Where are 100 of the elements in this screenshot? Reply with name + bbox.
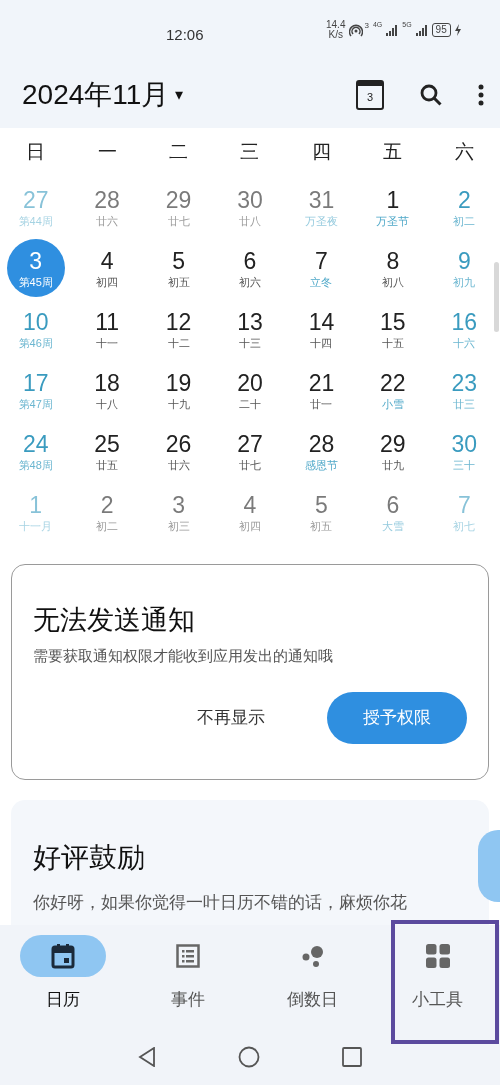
day-cell[interactable]: 21 廿一 [292, 360, 351, 419]
lunar-label: 初九 [453, 274, 476, 289]
day-cell[interactable]: 29 廿七 [149, 177, 208, 236]
day-cell[interactable]: 26 廿六 [149, 421, 208, 480]
nav-label[interactable]: 小工具 [412, 987, 463, 1013]
day-number: 5 [172, 246, 185, 275]
day-cell[interactable]: 28 感恩节 [292, 421, 351, 480]
lunar-label: 十五 [381, 335, 404, 350]
weekday-label: 二 [169, 139, 189, 164]
day-cell[interactable]: 7 立冬 [292, 238, 351, 297]
day-cell[interactable]: 4 初四 [78, 238, 137, 297]
nav-label[interactable]: 事件 [170, 987, 205, 1013]
day-cell[interactable]: 28 廿六 [78, 177, 137, 236]
lunar-label: 十二 [167, 335, 190, 350]
day-cell[interactable]: 4 初四 [221, 482, 279, 541]
day-cell[interactable]: 19 十九 [149, 360, 208, 419]
lunar-label: 十一 [96, 335, 119, 350]
day-cell[interactable]: 25 廿五 [78, 421, 137, 480]
charging-icon [454, 24, 461, 36]
day-number: 4 [243, 490, 257, 519]
day-cell[interactable]: 1 万圣节 [363, 177, 422, 236]
day-number: 1 [386, 185, 400, 214]
day-number: 24 [22, 429, 49, 458]
day-cell[interactable]: 15 十五 [363, 299, 422, 358]
lunar-label: 二十 [239, 396, 261, 411]
lunar-label: 廿一 [310, 396, 333, 411]
lunar-label: 大雪 [381, 518, 404, 533]
calendar-icon [50, 943, 75, 969]
dismiss-button[interactable]: 不再显示 [197, 704, 265, 731]
day-number: 12 [165, 307, 192, 336]
dots-icon [301, 944, 324, 968]
lunar-label: 初二 [96, 518, 119, 533]
scrollbar[interactable] [494, 262, 499, 332]
day-number: 6 [243, 246, 257, 275]
weekday-label: 六 [454, 139, 474, 164]
lunar-label: 十九 [167, 396, 190, 411]
day-number: 17 [22, 368, 49, 397]
day-number: 22 [380, 368, 406, 397]
lunar-label: 廿三 [453, 396, 476, 411]
search-icon[interactable] [420, 84, 442, 106]
day-number: 5 [315, 490, 328, 519]
home-icon[interactable] [238, 1046, 260, 1068]
lunar-label: 初七 [453, 518, 476, 533]
day-cell[interactable]: 6 大雪 [363, 482, 422, 541]
day-number: 13 [237, 307, 263, 336]
day-cell[interactable]: 13 十三 [221, 299, 279, 358]
day-cell[interactable]: 30 廿八 [221, 177, 279, 236]
day-cell[interactable]: 2 初二 [78, 482, 137, 541]
card-text: 你好呀，如果你觉得一叶日历不错的话，麻烦你花 [33, 892, 408, 914]
day-cell[interactable]: 29 廿九 [363, 421, 422, 480]
lunar-label: 初六 [239, 274, 261, 289]
lunar-label: 廿七 [239, 457, 261, 472]
day-number: 27 [22, 185, 49, 214]
lunar-label: 廿五 [96, 457, 119, 472]
day-number: 11 [95, 307, 120, 336]
lunar-label: 初五 [310, 518, 333, 533]
day-number: 15 [380, 307, 406, 336]
day-cell[interactable]: 22 小雪 [363, 360, 422, 419]
day-number: 26 [165, 429, 192, 458]
weekday-label: 日 [26, 139, 46, 164]
signal-icon [415, 24, 428, 36]
more-icon[interactable] [478, 84, 484, 106]
lunar-label: 初五 [167, 274, 190, 289]
dropdown-caret[interactable]: ▾ [175, 83, 184, 107]
day-cell[interactable]: 12 十二 [149, 299, 208, 358]
day-cell[interactable]: 27 廿七 [221, 421, 279, 480]
day-number: 6 [386, 490, 400, 519]
nav-label[interactable]: 倒数日 [287, 987, 338, 1013]
day-cell[interactable]: 8 初八 [363, 238, 422, 297]
day-number: 14 [308, 307, 335, 336]
day-number: 2 [457, 185, 471, 214]
day-number: 25 [94, 429, 120, 458]
day-number: 27 [237, 429, 263, 458]
lunar-label: 十八 [96, 396, 119, 411]
recents-icon[interactable] [342, 1047, 362, 1067]
day-number: 20 [237, 368, 263, 397]
day-cell[interactable]: 6 初六 [221, 238, 279, 297]
day-number: 1 [29, 490, 43, 519]
day-cell[interactable]: 31 万圣夜 [292, 177, 351, 236]
day-cell[interactable]: 20 二十 [221, 360, 279, 419]
day-cell[interactable]: 18 十八 [78, 360, 137, 419]
back-icon[interactable] [138, 1047, 156, 1067]
today-button[interactable]: 3 [356, 80, 384, 110]
day-cell[interactable]: 11 十一 [78, 299, 137, 358]
day-number: 31 [308, 185, 335, 214]
card-title: 好评鼓励 [33, 841, 146, 875]
day-number: 7 [457, 490, 471, 519]
hotspot-count: 3 [364, 20, 369, 32]
day-number: 18 [94, 368, 120, 397]
nav-label[interactable]: 日历 [45, 987, 80, 1013]
lunar-label: 第44周 [18, 213, 53, 228]
weekday-label: 三 [240, 139, 260, 164]
lunar-label: 廿六 [96, 213, 119, 228]
day-cell[interactable]: 14 十四 [292, 299, 351, 358]
month-title[interactable]: 2024年11月 [22, 74, 170, 116]
day-cell[interactable]: 5 初五 [149, 238, 208, 297]
day-cell[interactable]: 5 初五 [292, 482, 351, 541]
weekday-label: 一 [97, 139, 117, 164]
day-number: 19 [165, 368, 192, 397]
nav-tab[interactable] [19, 935, 106, 977]
